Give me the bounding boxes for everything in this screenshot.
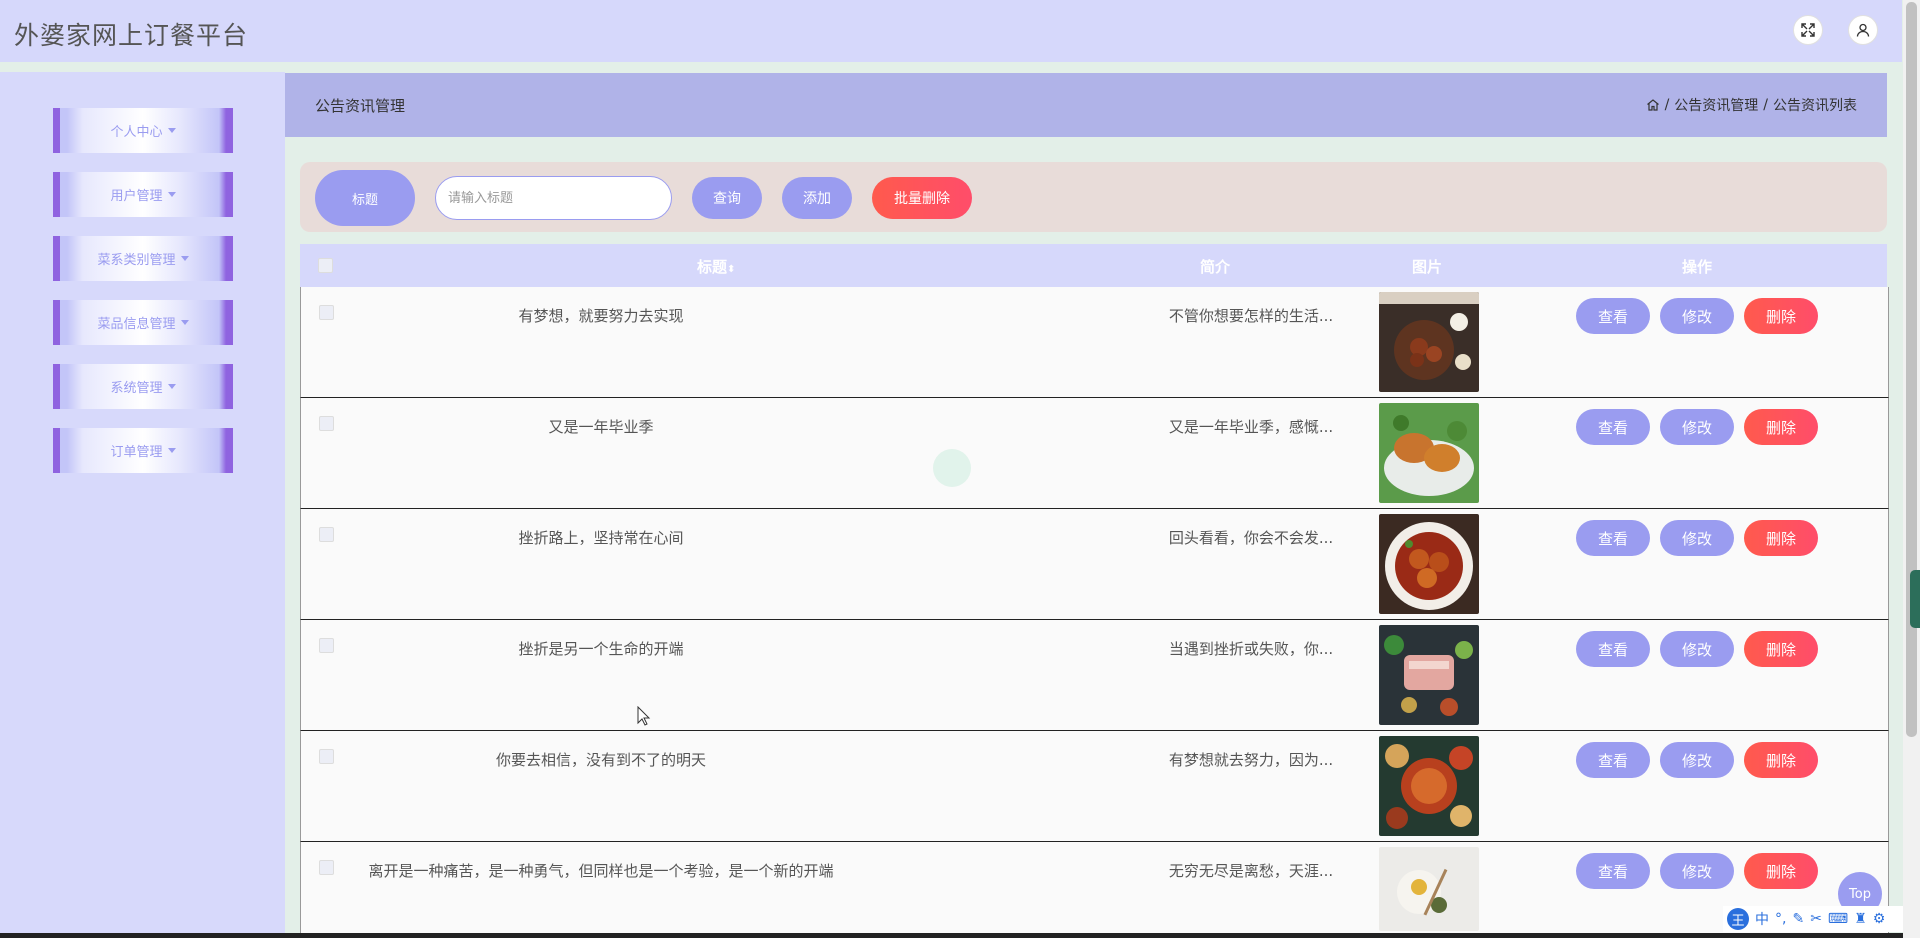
view-button[interactable]: 查看 <box>1576 298 1650 334</box>
column-header-intro: 简介 <box>1200 258 1231 276</box>
search-input[interactable] <box>435 176 672 220</box>
delete-button[interactable]: 删除 <box>1744 520 1818 556</box>
breadcrumb-item-notice-management[interactable]: 公告资讯管理 <box>1674 95 1758 115</box>
row-intro: 无穷无尽是离愁，天涯... <box>1168 862 1334 880</box>
sidebar-item-label: 订单管理 <box>110 445 163 460</box>
breadcrumb: / 公告资讯管理 / 公告资讯列表 <box>1646 95 1857 115</box>
row-image <box>1379 403 1479 503</box>
search-bar: 标题 查询 添加 批量删除 <box>300 162 1887 232</box>
view-button[interactable]: 查看 <box>1576 742 1650 778</box>
row-intro: 回头看看，你会不会发... <box>1168 529 1334 547</box>
row-image <box>1379 292 1479 392</box>
table-row: 又是一年毕业季 又是一年毕业季，感慨... 查看 修改 删除 <box>300 398 1889 509</box>
add-button[interactable]: 添加 <box>782 177 852 219</box>
pen-icon[interactable]: ✎ <box>1792 911 1804 927</box>
sidebar-item-system-management[interactable]: 系统管理 <box>53 364 233 409</box>
sidebar: 个人中心 用户管理 菜系类别管理 菜品信息管理 系统管理 订单管理 <box>0 72 285 938</box>
edit-button[interactable]: 修改 <box>1660 298 1734 334</box>
edit-button[interactable]: 修改 <box>1660 409 1734 445</box>
caret-down-icon <box>167 128 176 133</box>
column-header-title[interactable]: 标题⬍ <box>697 256 735 277</box>
ime-logo-icon[interactable]: 王 <box>1727 908 1749 930</box>
row-title: 挫折路上，坚持常在心间 <box>518 529 684 547</box>
sidebar-item-label: 菜品信息管理 <box>97 317 176 332</box>
fullscreen-button[interactable] <box>1793 15 1823 45</box>
row-title: 有梦想，就要努力去实现 <box>518 307 684 325</box>
delete-button[interactable]: 删除 <box>1744 853 1818 889</box>
edit-button[interactable]: 修改 <box>1660 742 1734 778</box>
sidebar-item-user-management[interactable]: 用户管理 <box>53 172 233 217</box>
row-image <box>1379 736 1479 836</box>
breadcrumb-separator: / <box>1763 97 1768 113</box>
table-row: 离开是一种痛苦，是一种勇气，但同样也是一个考验，是一个新的开端 无穷无尽是离愁，… <box>300 842 1889 934</box>
app-title: 外婆家网上订餐平台 <box>14 21 249 50</box>
caret-down-icon <box>167 192 176 197</box>
breadcrumb-item-notice-list: 公告资讯列表 <box>1773 98 1857 114</box>
table-row: 有梦想，就要努力去实现 不管你想要怎样的生活... 查看 修改 删除 <box>300 287 1889 398</box>
delete-button[interactable]: 删除 <box>1744 298 1818 334</box>
punctuation-icon[interactable]: °, <box>1775 911 1786 927</box>
delete-button[interactable]: 删除 <box>1744 409 1818 445</box>
sidebar-item-label: 个人中心 <box>110 125 163 140</box>
view-button[interactable]: 查看 <box>1576 409 1650 445</box>
row-title: 你要去相信，没有到不了的明天 <box>495 751 706 769</box>
ime-toolbar: 王 中 °, ✎ ✂ ⌨ ♜ ⚙ <box>1723 906 1903 932</box>
sidebar-item-personal-center[interactable]: 个人中心 <box>53 108 233 153</box>
column-header-actions: 操作 <box>1682 258 1713 276</box>
sidebar-item-label: 系统管理 <box>110 381 163 396</box>
mouse-cursor-icon <box>637 706 651 726</box>
table-row: 挫折路上，坚持常在心间 回头看看，你会不会发... 查看 修改 删除 <box>300 509 1889 620</box>
page-title: 公告资讯管理 <box>315 97 406 115</box>
row-intro: 不管你想要怎样的生活... <box>1168 307 1334 325</box>
row-title: 又是一年毕业季 <box>548 418 654 436</box>
row-intro: 有梦想就去努力，因为... <box>1168 751 1334 769</box>
select-all-checkbox[interactable] <box>318 258 333 273</box>
row-intro: 当遇到挫折或失败，你... <box>1168 640 1334 658</box>
expand-icon <box>1801 23 1815 37</box>
sidebar-item-cuisine-category[interactable]: 菜系类别管理 <box>53 236 233 281</box>
delete-button[interactable]: 删除 <box>1744 742 1818 778</box>
shirt-icon[interactable]: ♜ <box>1854 911 1867 927</box>
view-button[interactable]: 查看 <box>1576 631 1650 667</box>
keyboard-icon[interactable]: ⌨ <box>1828 911 1848 927</box>
view-button[interactable]: 查看 <box>1576 853 1650 889</box>
edit-button[interactable]: 修改 <box>1660 631 1734 667</box>
caret-down-icon <box>180 256 189 261</box>
column-title-label: 标题 <box>697 258 728 276</box>
user-icon <box>1856 23 1870 37</box>
bulk-delete-button[interactable]: 批量删除 <box>872 177 972 219</box>
sidebar-item-label: 菜系类别管理 <box>97 253 176 268</box>
table-row: 你要去相信，没有到不了的明天 有梦想就去努力，因为... 查看 修改 删除 <box>300 731 1889 842</box>
row-image <box>1379 514 1479 614</box>
query-button[interactable]: 查询 <box>692 177 762 219</box>
row-title: 离开是一种痛苦，是一种勇气，但同样也是一个考验，是一个新的开端 <box>368 862 834 880</box>
view-button[interactable]: 查看 <box>1576 520 1650 556</box>
content-header: 公告资讯管理 / 公告资讯管理 / 公告资讯列表 <box>285 73 1887 137</box>
edit-button[interactable]: 修改 <box>1660 853 1734 889</box>
loading-indicator <box>933 449 971 487</box>
search-label: 标题 <box>315 170 415 226</box>
scissors-icon[interactable]: ✂ <box>1810 911 1822 927</box>
top-bar: 外婆家网上订餐平台 <box>0 0 1902 62</box>
ime-mode[interactable]: 中 <box>1755 909 1769 929</box>
column-header-image: 图片 <box>1412 258 1443 276</box>
table-header: 标题⬍ 简介 图片 操作 <box>300 244 1887 287</box>
delete-button[interactable]: 删除 <box>1744 631 1818 667</box>
home-icon[interactable] <box>1646 98 1660 112</box>
row-intro: 又是一年毕业季，感慨... <box>1168 418 1334 436</box>
breadcrumb-separator: / <box>1664 97 1670 113</box>
table-row: 挫折是另一个生命的开端 当遇到挫折或失败，你... 查看 修改 删除 <box>300 620 1889 731</box>
sort-icon[interactable]: ⬍ <box>727 264 735 275</box>
edit-button[interactable]: 修改 <box>1660 520 1734 556</box>
caret-down-icon <box>167 448 176 453</box>
row-title: 挫折是另一个生命的开端 <box>518 640 684 658</box>
user-button[interactable] <box>1848 15 1878 45</box>
sidebar-item-label: 用户管理 <box>110 189 163 204</box>
gear-icon[interactable]: ⚙ <box>1873 911 1886 927</box>
row-image <box>1379 847 1479 931</box>
row-image <box>1379 625 1479 725</box>
caret-down-icon <box>167 384 176 389</box>
window-bottom-edge <box>0 933 1903 938</box>
side-drawer-handle[interactable] <box>1910 570 1920 628</box>
